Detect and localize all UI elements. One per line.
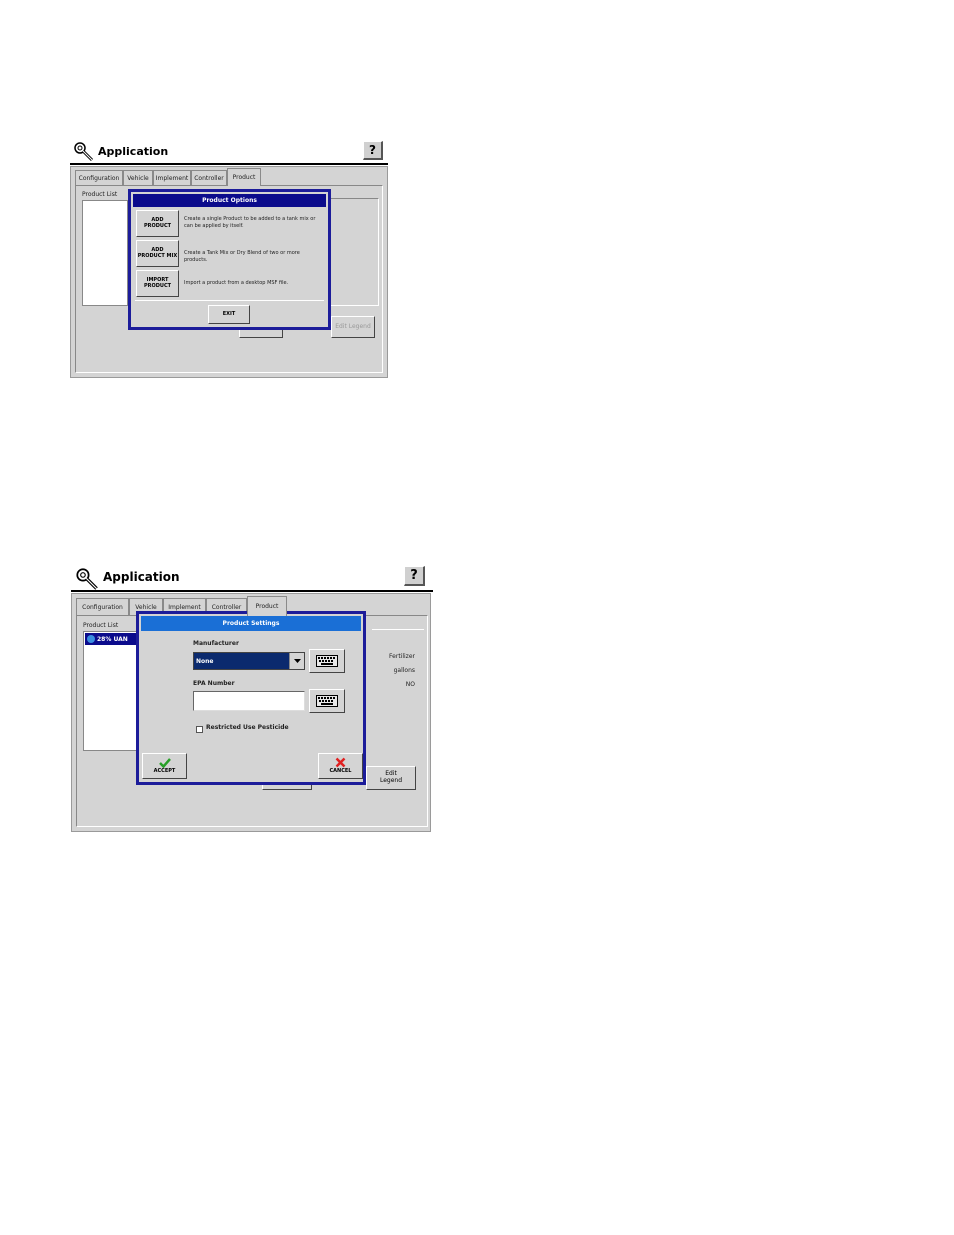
title-rule [70, 163, 388, 165]
exit-button[interactable]: EXIT [208, 305, 250, 324]
keyboard-icon [316, 695, 338, 707]
restricted-value: NO [405, 681, 415, 688]
checkmark-icon [158, 757, 171, 768]
manufacturer-select[interactable]: None [193, 652, 305, 670]
manufacturer-keyboard-button[interactable] [309, 649, 345, 673]
epa-keyboard-button[interactable] [309, 689, 345, 713]
product-list-label: Product List [83, 622, 119, 629]
product-list-item[interactable]: 28% UAN [85, 633, 137, 645]
close-icon [335, 757, 346, 768]
tab-controller[interactable]: Controller [191, 170, 227, 185]
tab-configuration[interactable]: Configuration [76, 598, 129, 615]
epa-number-label: EPA Number [193, 680, 235, 687]
product-list[interactable]: 28% UAN [83, 631, 139, 751]
title-rule [71, 590, 433, 592]
add-product-button[interactable]: ADD PRODUCT [136, 210, 179, 237]
import-product-description: Import a product from a desktop MSF file… [184, 280, 289, 286]
manufacturer-value: None [196, 657, 214, 665]
screenshot-product-settings: Application ? Configuration Vehicle Impl… [69, 564, 433, 834]
manufacturer-label: Manufacturer [193, 640, 239, 647]
cancel-label: CANCEL [329, 768, 352, 775]
add-product-mix-button[interactable]: ADD PRODUCT MIX [136, 240, 179, 267]
edit-legend-button[interactable]: Edit Legend [331, 316, 375, 338]
dialog-title: Product Settings [141, 616, 361, 631]
help-button[interactable]: ? [404, 566, 425, 586]
restricted-use-label: Restricted Use Pesticide [206, 724, 289, 731]
restricted-use-checkbox[interactable] [196, 726, 203, 733]
add-product-description: Create a single Product to be added to a… [184, 216, 316, 229]
dialog-title: Product Options [133, 194, 326, 207]
accept-button[interactable]: ACCEPT [142, 753, 187, 779]
product-list-label: Product List [82, 191, 118, 198]
wrench-icon [74, 142, 94, 162]
accept-label: ACCEPT [153, 767, 176, 774]
tab-product[interactable]: Product [247, 596, 287, 616]
import-product-button[interactable]: IMPORT PRODUCT [136, 270, 179, 297]
cancel-button[interactable]: CANCEL [318, 753, 363, 779]
tab-vehicle[interactable]: Vehicle [123, 170, 153, 185]
details-separator [372, 629, 424, 630]
product-settings-dialog: Product Settings Manufacturer None EPA N… [136, 611, 366, 785]
product-units-value: gallons [393, 667, 415, 674]
product-options-dialog: Product Options ADD PRODUCT Create a sin… [128, 189, 331, 330]
add-product-mix-description: Create a Tank Mix or Dry Blend of two or… [184, 250, 300, 263]
product-list[interactable] [82, 200, 128, 306]
app-title: Application [103, 570, 180, 584]
product-type-value: Fertilizer [389, 653, 415, 660]
tab-implement[interactable]: Implement [153, 170, 191, 185]
help-button[interactable]: ? [363, 141, 383, 160]
app-title: Application [98, 145, 169, 158]
keyboard-icon [316, 655, 338, 667]
chevron-down-icon[interactable] [289, 653, 304, 669]
screenshot-product-options: Application ? Configuration Vehicle Impl… [68, 138, 388, 378]
tab-configuration[interactable]: Configuration [75, 170, 123, 185]
edit-legend-button[interactable]: Edit Legend [366, 766, 416, 790]
epa-number-field[interactable] [193, 691, 305, 711]
dialog-separator [135, 300, 324, 301]
add-product-mix-label-2: PRODUCT MIX [137, 252, 178, 259]
product-name: 28% UAN [97, 635, 128, 643]
import-product-label-2: PRODUCT [143, 282, 172, 289]
add-product-label-2: PRODUCT [143, 222, 172, 229]
wrench-icon [76, 568, 98, 590]
tab-product[interactable]: Product [227, 168, 261, 186]
globe-icon [87, 635, 95, 643]
